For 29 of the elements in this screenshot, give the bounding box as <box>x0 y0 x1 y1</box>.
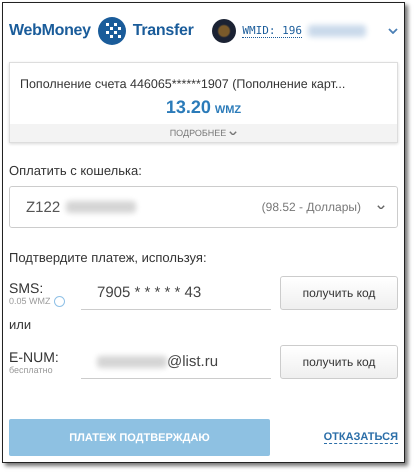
globe-logo-icon <box>96 16 127 46</box>
method-name: E-NUM: <box>9 349 60 365</box>
method-note: 0.05 WMZ <box>9 296 51 306</box>
input-field[interactable]: 7905 * * * * * 43 <box>81 276 271 310</box>
payment-amount: 13.20 <box>166 97 211 118</box>
wmid-link[interactable]: WMID: 196 <box>242 24 302 38</box>
method-note: бесплатно <box>9 365 53 375</box>
confirm-label: Подтвердите платеж, используя: <box>9 250 208 265</box>
avatar-icon <box>212 18 236 42</box>
details-button[interactable]: ПОДРОБНЕЕ <box>10 124 397 142</box>
brand-name: Transfer <box>132 22 194 40</box>
get-code-button[interactable]: получить код <box>280 345 398 379</box>
cancel-link[interactable]: ОТКАЗАТЬСЯ <box>324 431 398 444</box>
chevron-down-icon <box>229 130 238 136</box>
currency-label: WMZ <box>214 104 242 116</box>
help-icon[interactable] <box>54 296 65 306</box>
brand-name: WebMoney <box>9 22 91 40</box>
chevron-down-icon <box>377 204 385 210</box>
wallet-select[interactable]: Z122 (98.52 - Доллары) <box>9 186 398 228</box>
blurred-redaction <box>308 24 366 36</box>
blurred-redaction <box>97 356 167 368</box>
input-field[interactable]: @list.ru <box>81 345 271 379</box>
get-code-button[interactable]: получить код <box>280 276 398 310</box>
wallet-label: Оплатить с кошелька: <box>9 163 143 178</box>
method-name: SMS: <box>9 280 44 296</box>
payment-description: Пополнение счета 446065******1907 (Пополнение карт... <box>19 76 346 93</box>
separator-text: или <box>9 317 32 332</box>
caret-icon <box>388 28 398 34</box>
blurred-redaction <box>66 201 136 213</box>
